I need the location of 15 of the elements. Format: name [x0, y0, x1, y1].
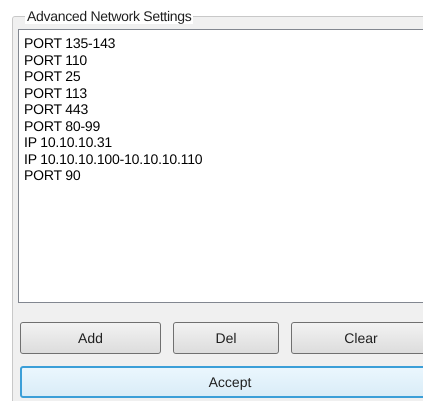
action-button[interactable]: Add [20, 322, 161, 354]
list-item[interactable]: IP 10.10.10.31 [24, 134, 423, 150]
list-item[interactable]: PORT 80-99 [24, 118, 423, 134]
action-button[interactable]: Del [173, 322, 279, 354]
action-button[interactable]: Clear [291, 322, 423, 354]
list-item[interactable]: PORT 90 [24, 167, 423, 184]
list-box[interactable]: PORT 135-143 PORT 110 PORT 25 PORT 113 PORT 443 PORT 80-99 IP 10.10.10.31 IP 10.10.10.100-10.10.10.110 PORT 90 [18, 29, 423, 303]
list-item[interactable]: PORT 25 [24, 68, 423, 84]
list-item[interactable]: PORT 135-143 [24, 35, 423, 52]
list-item[interactable]: PORT 443 [24, 101, 423, 118]
list-item[interactable]: PORT 110 [24, 52, 423, 68]
accept-button[interactable]: Accept [20, 366, 423, 398]
list-item[interactable]: PORT 113 [24, 84, 423, 101]
group-title: Advanced Network Settings [25, 8, 194, 24]
list-item[interactable]: IP 10.10.10.100-10.10.10.110 [24, 150, 423, 167]
